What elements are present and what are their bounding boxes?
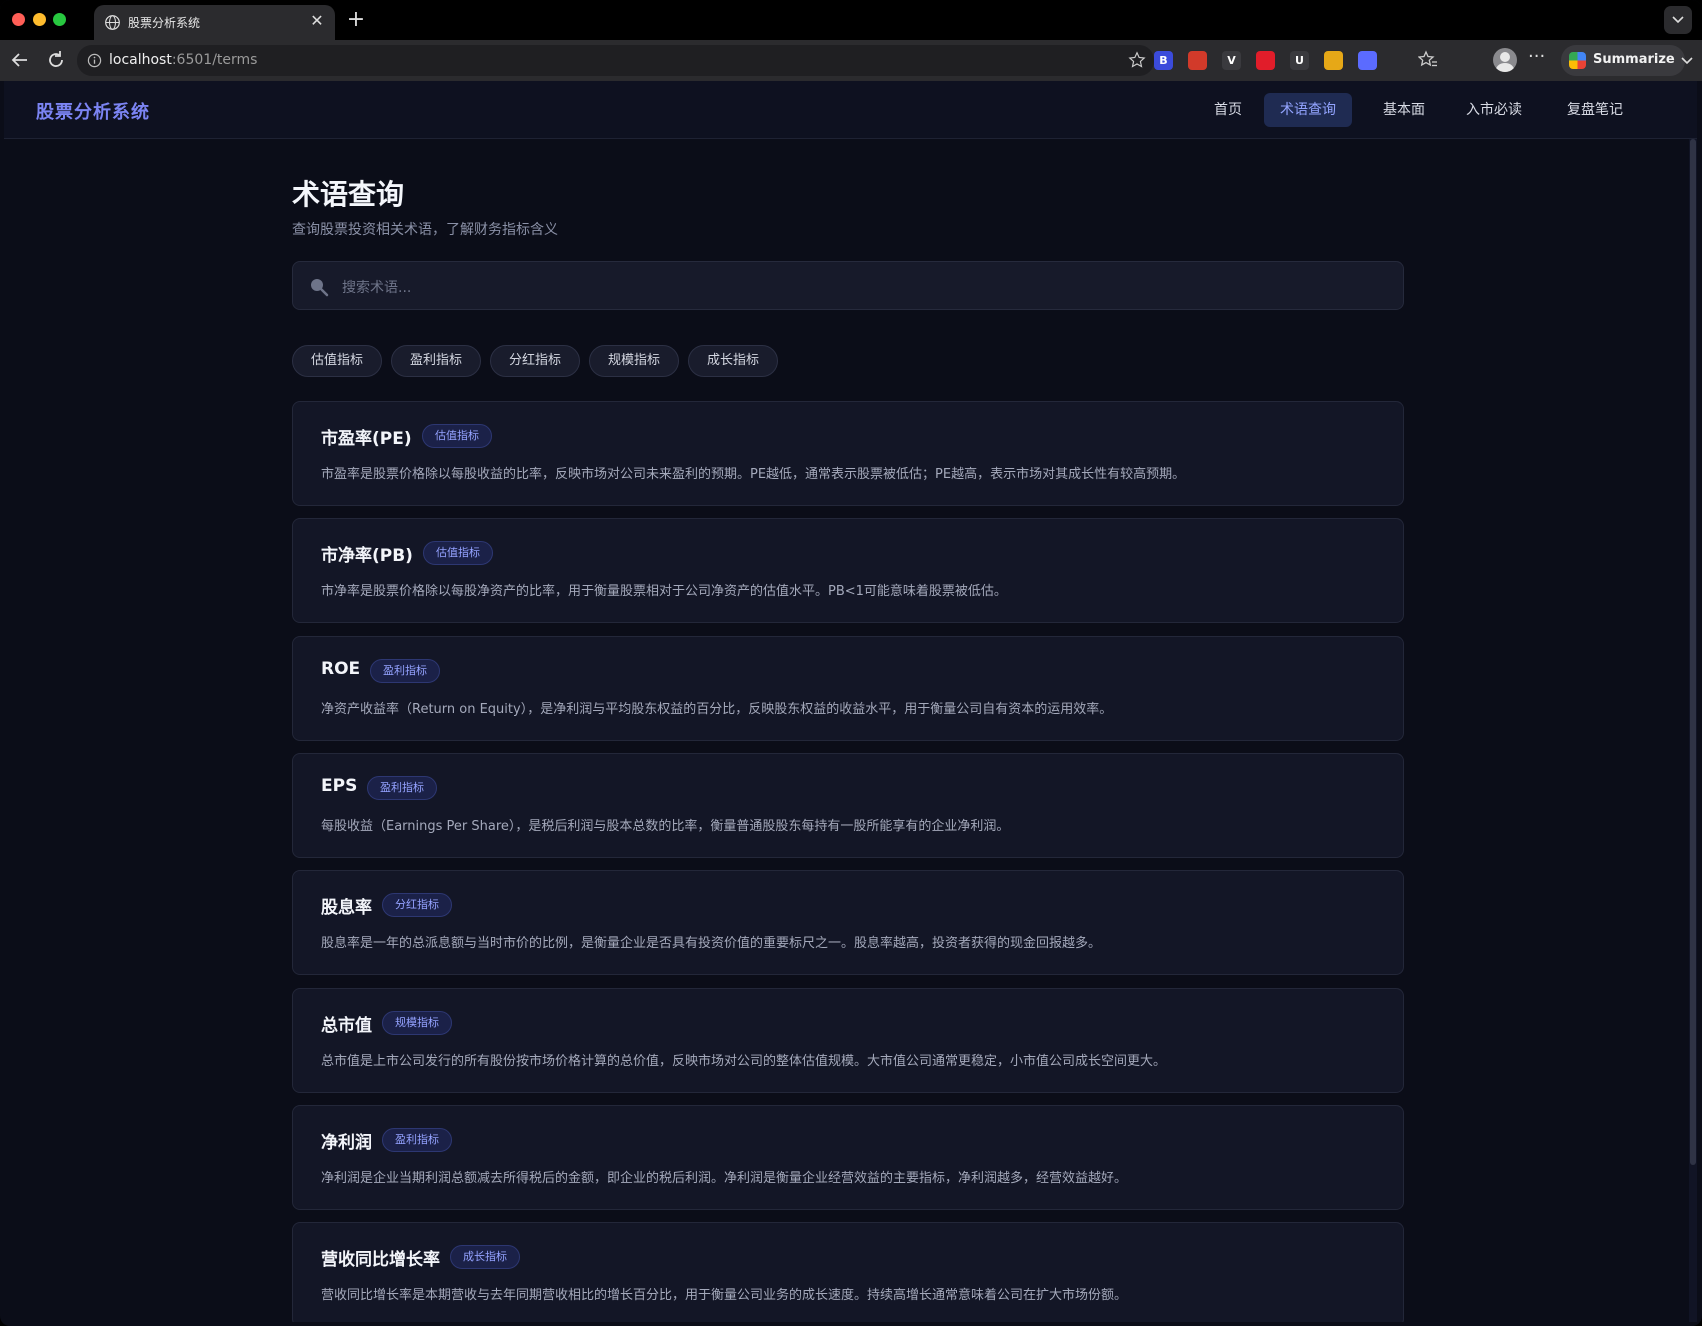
new-tab-button[interactable]: + [343, 8, 369, 34]
tab-title: 股票分析系统 [128, 16, 201, 30]
nav-item-3[interactable]: 入市必读 [1450, 93, 1538, 127]
profile-avatar[interactable] [1493, 48, 1517, 72]
chevron-down-icon[interactable] [1681, 56, 1693, 66]
filter-chip[interactable]: 规模指标 [589, 345, 680, 377]
globe-icon [105, 15, 120, 30]
category-badge: 分红指标 [382, 893, 452, 918]
shield-extension-icon[interactable] [1256, 51, 1275, 70]
category-badge: 盈利指标 [382, 1127, 452, 1152]
term-description: 市盈率是股票价格除以每股收益的比率，反映市场对公司未来盈利的预期。PE越低，通常… [321, 467, 1186, 482]
summarize-button[interactable]: Summarize [1561, 45, 1685, 76]
nav-item-2[interactable]: 基本面 [1367, 93, 1441, 127]
reload-icon[interactable] [44, 48, 68, 72]
term-name: ROE [321, 658, 361, 679]
term-card[interactable]: 市盈率(PE) 估值指标市盈率是股票价格除以每股收益的比率，反映市场对公司未来盈利… [292, 401, 1404, 506]
term-description: 净利润是企业当期利润总额减去所得税后的金额，即企业的税后利润。净利润是衡量企业经… [321, 1170, 1128, 1186]
close-tab-icon[interactable]: ✕ [307, 11, 327, 31]
category-badge: 估值指标 [422, 424, 492, 448]
nav-item-4[interactable]: 复盘笔记 [1551, 93, 1639, 127]
category-badge: 盈利指标 [367, 775, 437, 800]
page-subtitle: 查询股票投资相关术语，了解财务指标含义 [292, 222, 558, 238]
browser-window: 股票分析系统 ✕ + localhost:6501/terms B V U ··· … [0, 0, 1702, 1326]
term-card[interactable]: 净利润 盈利指标净利润是企业当期利润总额减去所得税后的金额，即企业的税后利润。净利… [292, 1104, 1404, 1210]
v-extension-icon[interactable]: V [1222, 51, 1241, 70]
term-name: 净利润 [321, 1132, 372, 1153]
more-menu-icon[interactable]: ··· [1528, 46, 1545, 67]
term-name: 总市值 [321, 1015, 372, 1036]
term-name: 营收同比增长率 [321, 1250, 440, 1271]
nav-item-1[interactable]: 术语查询 [1264, 93, 1352, 127]
term-card[interactable]: 股息率 分红指标股息率是一年的总派息额与当时市价的比例，是衡量企业是否具有投资价值… [292, 870, 1404, 976]
search-placeholder: 搜索术语... [342, 280, 412, 296]
term-name: 市盈率(PE) [321, 429, 412, 449]
diamond-extension-icon[interactable] [1358, 51, 1377, 70]
term-card[interactable]: 市净率(PB) 估值指标市净率是股票价格除以每股净资产的比率，用于衡量股票相对于公… [292, 518, 1404, 624]
app-brand[interactable]: 股票分析系统 [36, 98, 150, 124]
nav-item-0[interactable]: 首页 [1198, 93, 1258, 127]
browser-tab[interactable]: 股票分析系统 ✕ [94, 5, 335, 40]
term-card[interactable]: 总市值 规模指标总市值是上市公司发行的所有股份按市场价格计算的总价值，反映市场对公… [292, 987, 1404, 1093]
b-extension-icon[interactable]: B [1154, 51, 1173, 70]
term-card[interactable]: 营收同比增长率 成长指标营收同比增长率是本期营收与去年同期营收相比的增长百分比，用… [292, 1222, 1404, 1322]
circle-extension-icon[interactable] [1324, 51, 1343, 70]
term-card[interactable]: ROE 盈利指标净资产收益率（Return on Equity），是净利润与平均股… [292, 635, 1404, 741]
term-name: 股息率 [321, 898, 372, 919]
search-icon [311, 279, 329, 297]
filter-chip[interactable]: 估值指标 [292, 345, 383, 377]
close-window-button[interactable] [12, 13, 25, 26]
favorites-icon[interactable] [1418, 50, 1438, 70]
term-description: 营收同比增长率是本期营收与去年同期营收相比的增长百分比，用于衡量公司业务的成长速… [321, 1288, 1128, 1304]
category-badge: 成长指标 [450, 1245, 520, 1270]
red-extension-icon[interactable] [1188, 51, 1207, 70]
page-scrollbar[interactable] [1689, 139, 1697, 1322]
bookmark-star-icon[interactable] [1128, 51, 1146, 69]
back-arrow-icon[interactable] [8, 48, 32, 72]
filter-chip[interactable]: 分红指标 [490, 345, 581, 377]
summarize-logo-icon [1569, 52, 1586, 69]
category-badge: 盈利指标 [370, 658, 440, 683]
tab-strip: 股票分析系统 ✕ + [0, 0, 1702, 40]
term-description: 净资产收益率（Return on Equity），是净利润与平均股东权益的百分比… [321, 701, 1113, 717]
app-navbar: 股票分析系统 首页 术语查询 基本面 入市必读 复盘笔记 [4, 81, 1697, 139]
minimize-window-button[interactable] [33, 13, 46, 26]
term-description: 市净率是股票价格除以每股净资产的比率，用于衡量股票相对于公司净资产的估值水平。P… [321, 584, 1007, 600]
url-text: localhost:6501/terms [109, 52, 258, 68]
site-info-icon[interactable] [87, 53, 102, 68]
u-extension-icon[interactable]: U [1290, 51, 1309, 70]
address-bar[interactable]: localhost:6501/terms [77, 45, 1154, 76]
maximize-window-button[interactable] [53, 13, 66, 26]
category-badge: 规模指标 [382, 1010, 452, 1035]
filter-chip[interactable]: 成长指标 [688, 345, 779, 377]
term-name: EPS [321, 775, 358, 796]
search-input[interactable]: 搜索术语... [292, 261, 1404, 310]
term-description: 股息率是一年的总派息额与当时市价的比例，是衡量企业是否具有投资价值的重要标尺之一… [321, 936, 1102, 952]
term-description: 每股收益（Earnings Per Share），是税后利润与股本总数的比率，衡… [321, 818, 1010, 834]
term-description: 总市值是上市公司发行的所有股份按市场价格计算的总价值，反映市场对公司的整体估值规… [321, 1053, 1167, 1069]
browser-toolbar: localhost:6501/terms B V U ··· Summarize [0, 40, 1702, 81]
chevron-down-icon [1672, 16, 1684, 24]
scrollbar-thumb[interactable] [1690, 139, 1696, 1165]
web-page: 股票分析系统 首页 术语查询 基本面 入市必读 复盘笔记 术语查询 查询股票投资相关术语… [4, 81, 1697, 1322]
term-card[interactable]: EPS 盈利指标每股收益（Earnings Per Share），是税后利润与股本… [292, 752, 1404, 858]
page-title: 术语查询 [292, 178, 405, 211]
filter-chip[interactable]: 盈利指标 [391, 345, 482, 377]
tab-search-button[interactable] [1664, 6, 1692, 34]
category-badge: 估值指标 [423, 541, 493, 566]
term-name: 市净率(PB) [321, 546, 413, 567]
